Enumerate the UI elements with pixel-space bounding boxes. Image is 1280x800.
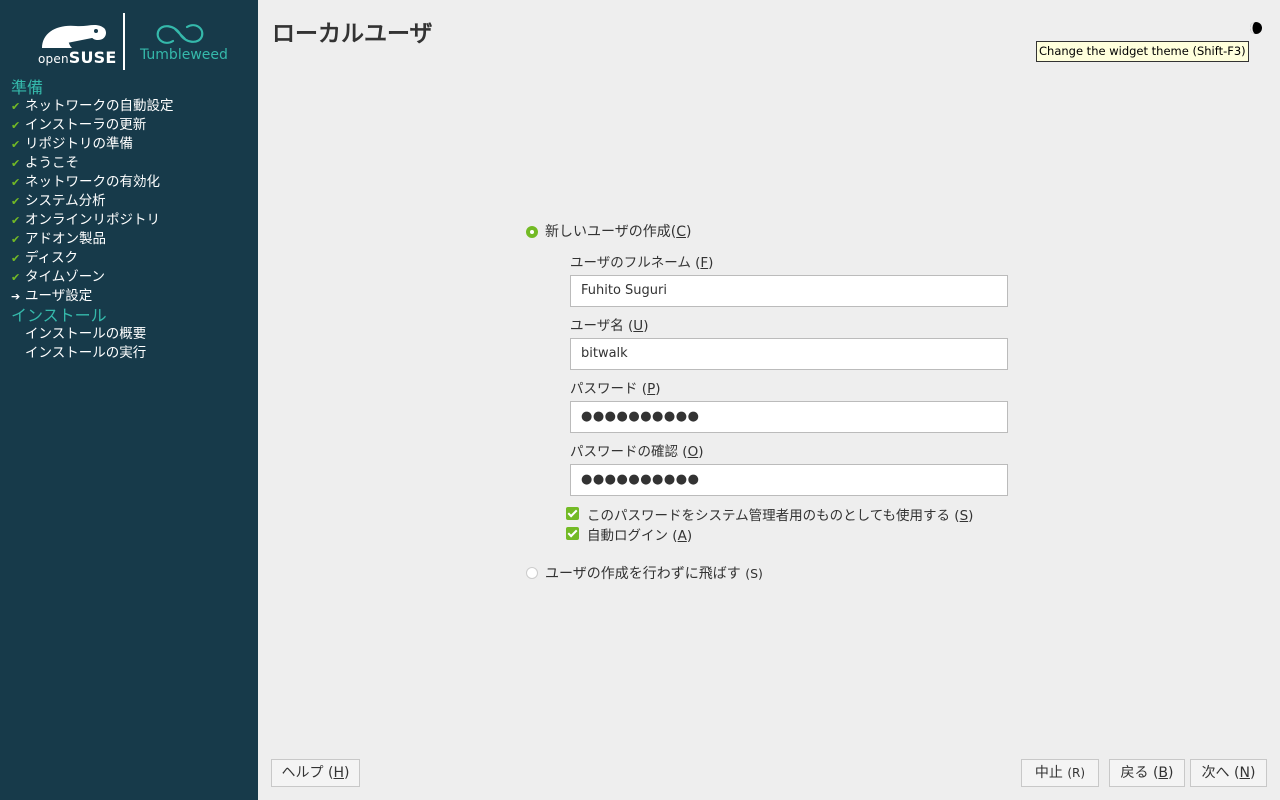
use-for-admin-checkbox[interactable] [566, 507, 579, 520]
section-header-install: インストール [11, 306, 107, 325]
check-icon: ✔ [11, 100, 21, 113]
logo-divider [123, 13, 125, 70]
theme-toggle-icon[interactable] [1249, 21, 1263, 35]
step-item: ✔ ネットワークの有効化 [11, 174, 160, 190]
back-button[interactable]: 戻る (B) [1109, 759, 1185, 787]
step-item: ✔ ディスク [11, 250, 79, 266]
step-item: インストールの概要 [25, 326, 147, 342]
tumbleweed-infinity-icon [156, 24, 204, 44]
password-confirm-label: パスワードの確認 (O) [570, 444, 704, 460]
step-item-current: ➔ ユーザ設定 [11, 288, 93, 304]
step-item: ✔ リポジトリの準備 [11, 136, 133, 152]
step-item: インストールの実行 [25, 345, 147, 361]
autologin-checkbox[interactable] [566, 527, 579, 540]
page-title: ローカルユーザ [272, 21, 433, 47]
password-label: パスワード (P) [570, 381, 661, 397]
step-item: ✔ アドオン製品 [11, 231, 106, 247]
abort-button[interactable]: 中止 (R) [1021, 759, 1099, 787]
brand-wordmark: openSUSE [38, 48, 117, 67]
check-icon: ✔ [11, 233, 21, 246]
arrow-right-icon: ➔ [11, 290, 21, 303]
step-item: ✔ オンラインリポジトリ [11, 212, 160, 228]
autologin-label[interactable]: 自動ログイン (A) [587, 524, 692, 544]
username-input[interactable]: bitwalk [570, 338, 1008, 370]
check-icon: ✔ [11, 271, 21, 284]
sidebar: openSUSE Tumbleweed 準備 ✔ ネットワークの自動設定 ✔ インス… [0, 0, 258, 800]
product-name: Tumbleweed [140, 47, 228, 63]
next-button[interactable]: 次へ (N) [1190, 759, 1267, 787]
theme-tooltip: Change the widget theme (Shift-F3) [1036, 41, 1249, 62]
step-item: ✔ ようこそ [11, 155, 79, 171]
create-user-label[interactable]: 新しいユーザの作成(C) [545, 221, 691, 241]
username-label: ユーザ名 (U) [570, 318, 649, 334]
logo-area: openSUSE Tumbleweed [0, 0, 258, 78]
create-user-radio[interactable] [526, 226, 538, 238]
installation-steps: 準備 ✔ ネットワークの自動設定 ✔ インストーラの更新 ✔ リポジトリの準備 ✔ よう… [0, 78, 258, 363]
step-item: ✔ タイムゾーン [11, 269, 106, 285]
check-icon: ✔ [11, 119, 21, 132]
check-icon: ✔ [11, 157, 21, 170]
password-input[interactable]: ●●●●●●●●●● [570, 401, 1008, 433]
section-header-prep: 準備 [11, 78, 44, 97]
step-item: ✔ システム分析 [11, 193, 106, 209]
check-icon: ✔ [11, 138, 21, 151]
check-icon: ✔ [11, 176, 21, 189]
step-item: ✔ ネットワークの自動設定 [11, 98, 174, 114]
step-item: ✔ インストーラの更新 [11, 117, 147, 133]
skip-user-radio[interactable] [526, 567, 538, 579]
fullname-input[interactable]: Fuhito Suguri [570, 275, 1008, 307]
use-for-admin-label[interactable]: このパスワードをシステム管理者用のものとしても使用する (S) [587, 504, 973, 524]
check-icon: ✔ [11, 214, 21, 227]
skip-user-label[interactable]: ユーザの作成を行わずに飛ばす (S) [545, 563, 763, 583]
help-button[interactable]: ヘルプ (H) [271, 759, 360, 787]
check-icon: ✔ [11, 195, 21, 208]
check-icon: ✔ [11, 252, 21, 265]
password-confirm-input[interactable]: ●●●●●●●●●● [570, 464, 1008, 496]
fullname-label: ユーザのフルネーム (F) [570, 255, 714, 271]
